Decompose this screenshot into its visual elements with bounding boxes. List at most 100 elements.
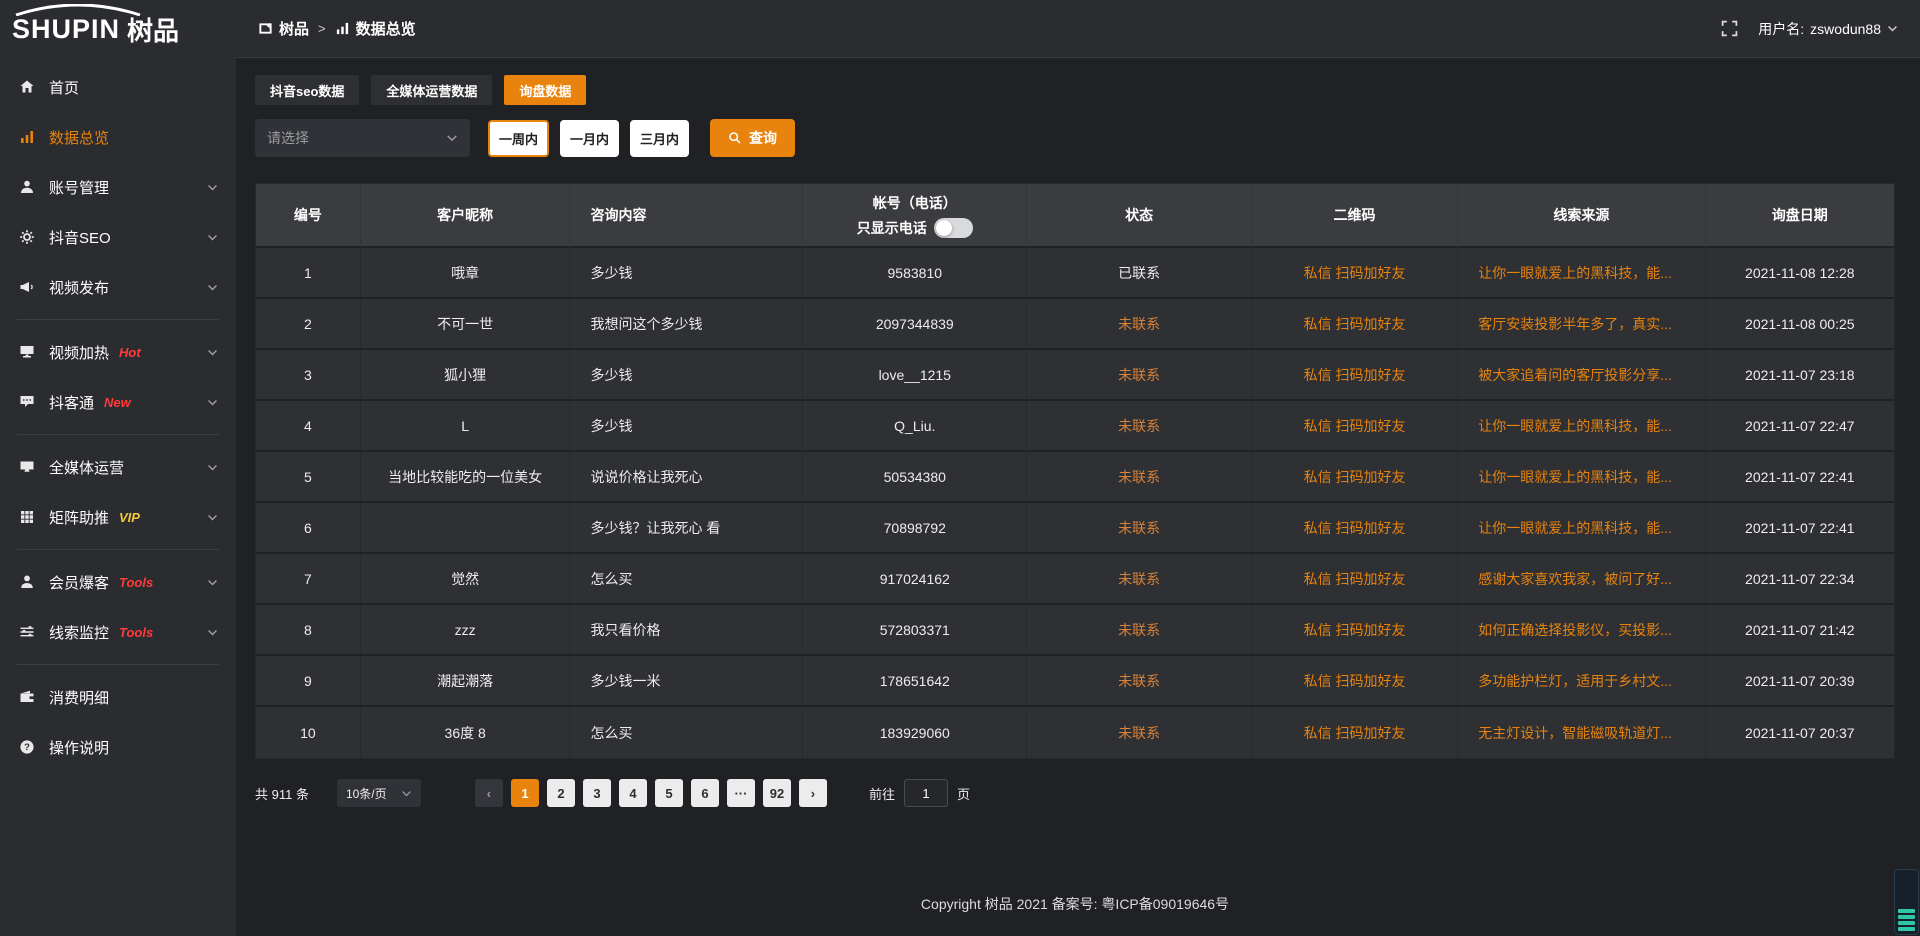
qr-link[interactable]: 私信 扫码加好友 bbox=[1252, 605, 1458, 656]
page-buttons: ‹ 123456 ··· 92 › bbox=[475, 779, 835, 807]
cell-no: 3 bbox=[256, 350, 361, 401]
page-button-3[interactable]: 3 bbox=[583, 779, 611, 807]
page-button-4[interactable]: 4 bbox=[619, 779, 647, 807]
chevron-down-icon bbox=[207, 182, 218, 193]
goto-page-input[interactable] bbox=[904, 779, 948, 807]
widget-bar bbox=[1898, 909, 1915, 913]
sidebar-item-account-management[interactable]: 账号管理 bbox=[0, 162, 236, 212]
top-header: 树品 > 数据总览 用户名: zswodun88 bbox=[236, 0, 1920, 58]
table-row: 6多少钱？让我死心 看70898792未联系私信 扫码加好友让你一眼就爱上的黑科… bbox=[256, 503, 1894, 554]
page-button-5[interactable]: 5 bbox=[655, 779, 683, 807]
cell-account: 2097344839 bbox=[803, 299, 1027, 350]
qr-link[interactable]: 私信 扫码加好友 bbox=[1252, 401, 1458, 452]
inquiry-table: 编号 客户昵称 咨询内容 帐号（电话） 只显示电话 状态 二维码 线索来源 bbox=[255, 183, 1895, 759]
sidebar-item-douyin-seo[interactable]: 抖音SEO bbox=[0, 212, 236, 262]
sidebar-item-video-publish[interactable]: 视频发布 bbox=[0, 262, 236, 312]
widget-bar bbox=[1898, 915, 1915, 919]
brand-logo-text-cn: 树品 bbox=[127, 11, 179, 48]
source-link[interactable]: 无主灯设计，智能磁吸轨道灯... bbox=[1458, 707, 1705, 758]
page-button-92[interactable]: 92 bbox=[763, 779, 791, 807]
fullscreen-icon[interactable] bbox=[1721, 20, 1738, 37]
cell-content: 多少钱一米 bbox=[570, 656, 803, 707]
qr-link[interactable]: 私信 扫码加好友 bbox=[1252, 554, 1458, 605]
source-link[interactable]: 客厅安装投影半年多了，真实... bbox=[1458, 299, 1705, 350]
filter-row: 请选择 一周内 一月内 三月内 查询 bbox=[255, 119, 1895, 157]
query-button[interactable]: 查询 bbox=[710, 119, 795, 157]
range-button-month[interactable]: 一月内 bbox=[560, 120, 619, 157]
cell-date: 2021-11-07 20:37 bbox=[1706, 707, 1894, 758]
cell-no: 9 bbox=[256, 656, 361, 707]
sidebar-badge: Hot bbox=[119, 345, 141, 360]
sidebar-item-data-overview[interactable]: 数据总览 bbox=[0, 112, 236, 162]
cell-nickname: 觉然 bbox=[361, 554, 571, 605]
page-button-1[interactable]: 1 bbox=[511, 779, 539, 807]
question-icon: ? bbox=[18, 738, 36, 756]
source-link[interactable]: 多功能护栏灯，适用于乡村文... bbox=[1458, 656, 1705, 707]
source-link[interactable]: 让你一眼就爱上的黑科技，能... bbox=[1458, 248, 1705, 299]
page-ellipsis[interactable]: ··· bbox=[727, 779, 755, 807]
page-size-select[interactable]: 10条/页 bbox=[337, 779, 421, 807]
phone-only-row: 只显示电话 bbox=[803, 218, 1026, 238]
phone-only-toggle[interactable] bbox=[934, 218, 973, 238]
source-link[interactable]: 如何正确选择投影仪，买投影... bbox=[1458, 605, 1705, 656]
cell-status: 未联系 bbox=[1027, 299, 1251, 350]
query-button-label: 查询 bbox=[749, 128, 777, 148]
source-link[interactable]: 让你一眼就爱上的黑科技，能... bbox=[1458, 452, 1705, 503]
user-menu[interactable]: 用户名: zswodun88 bbox=[1758, 19, 1898, 39]
cell-date: 2021-11-08 00:25 bbox=[1706, 299, 1894, 350]
page-button-2[interactable]: 2 bbox=[547, 779, 575, 807]
cell-date: 2021-11-07 22:41 bbox=[1706, 503, 1894, 554]
cell-content: 多少钱 bbox=[570, 401, 803, 452]
cell-status: 未联系 bbox=[1027, 503, 1251, 554]
tab-douyin-seo-data[interactable]: 抖音seo数据 bbox=[255, 75, 359, 105]
source-link[interactable]: 让你一眼就爱上的黑科技，能... bbox=[1458, 503, 1705, 554]
wallet-icon bbox=[18, 688, 36, 706]
sidebar-item-home[interactable]: 首页 bbox=[0, 62, 236, 112]
sidebar-item-label: 矩阵助推 bbox=[49, 507, 109, 528]
widget-bar bbox=[1898, 927, 1915, 931]
prev-page-button[interactable]: ‹ bbox=[475, 779, 503, 807]
sidebar-item-video-heating[interactable]: 视频加热Hot bbox=[0, 327, 236, 377]
source-link[interactable]: 被大家追着问的客厅投影分享... bbox=[1458, 350, 1705, 401]
sidebar-item-consumption-detail[interactable]: 消费明细 bbox=[0, 672, 236, 722]
tab-inquiry-data[interactable]: 询盘数据 bbox=[504, 75, 586, 105]
cell-no: 5 bbox=[256, 452, 361, 503]
sidebar-divider bbox=[17, 549, 219, 550]
qr-link[interactable]: 私信 扫码加好友 bbox=[1252, 452, 1458, 503]
sidebar-item-douketong[interactable]: 抖客通New bbox=[0, 377, 236, 427]
column-header-source: 线索来源 bbox=[1458, 184, 1705, 248]
sidebar-item-omni-media[interactable]: 全媒体运营 bbox=[0, 442, 236, 492]
qr-link[interactable]: 私信 扫码加好友 bbox=[1252, 707, 1458, 758]
sliders-icon bbox=[18, 623, 36, 641]
sidebar-item-operation-guide[interactable]: ?操作说明 bbox=[0, 722, 236, 772]
sidebar-item-clue-monitor[interactable]: 线索监控Tools bbox=[0, 607, 236, 657]
qr-link[interactable]: 私信 扫码加好友 bbox=[1252, 299, 1458, 350]
sidebar-item-label: 全媒体运营 bbox=[49, 457, 124, 478]
cell-account: Q_Liu. bbox=[803, 401, 1027, 452]
sidebar-item-matrix-boost[interactable]: 矩阵助推VIP bbox=[0, 492, 236, 542]
sidebar-item-member-burst[interactable]: 会员爆客Tools bbox=[0, 557, 236, 607]
range-button-week[interactable]: 一周内 bbox=[488, 120, 549, 157]
breadcrumb-item-current[interactable]: 数据总览 bbox=[335, 18, 416, 39]
filter-select[interactable]: 请选择 bbox=[255, 119, 470, 157]
source-link[interactable]: 感谢大家喜欢我家，被问了好... bbox=[1458, 554, 1705, 605]
chevron-down-icon bbox=[1887, 23, 1898, 34]
page-button-6[interactable]: 6 bbox=[691, 779, 719, 807]
sidebar-item-label: 消费明细 bbox=[49, 687, 109, 708]
cell-nickname: 36度 8 bbox=[361, 707, 571, 758]
sidebar-item-label: 账号管理 bbox=[49, 177, 109, 198]
source-link[interactable]: 让你一眼就爱上的黑科技，能... bbox=[1458, 401, 1705, 452]
tab-omni-media-data[interactable]: 全媒体运营数据 bbox=[371, 75, 492, 105]
chevron-down-icon bbox=[207, 282, 218, 293]
next-page-button[interactable]: › bbox=[799, 779, 827, 807]
qr-link[interactable]: 私信 扫码加好友 bbox=[1252, 656, 1458, 707]
range-button-quarter[interactable]: 三月内 bbox=[630, 120, 689, 157]
qr-link[interactable]: 私信 扫码加好友 bbox=[1252, 248, 1458, 299]
monitor-icon bbox=[18, 343, 36, 361]
breadcrumb-item-brand[interactable]: 树品 bbox=[258, 18, 309, 39]
table-row: 5当地比较能吃的一位美女说说价格让我死心50534380未联系私信 扫码加好友让… bbox=[256, 452, 1894, 503]
column-header-account: 帐号（电话） 只显示电话 bbox=[803, 184, 1027, 248]
qr-link[interactable]: 私信 扫码加好友 bbox=[1252, 503, 1458, 554]
goto-page: 前往 页 bbox=[869, 779, 970, 807]
qr-link[interactable]: 私信 扫码加好友 bbox=[1252, 350, 1458, 401]
